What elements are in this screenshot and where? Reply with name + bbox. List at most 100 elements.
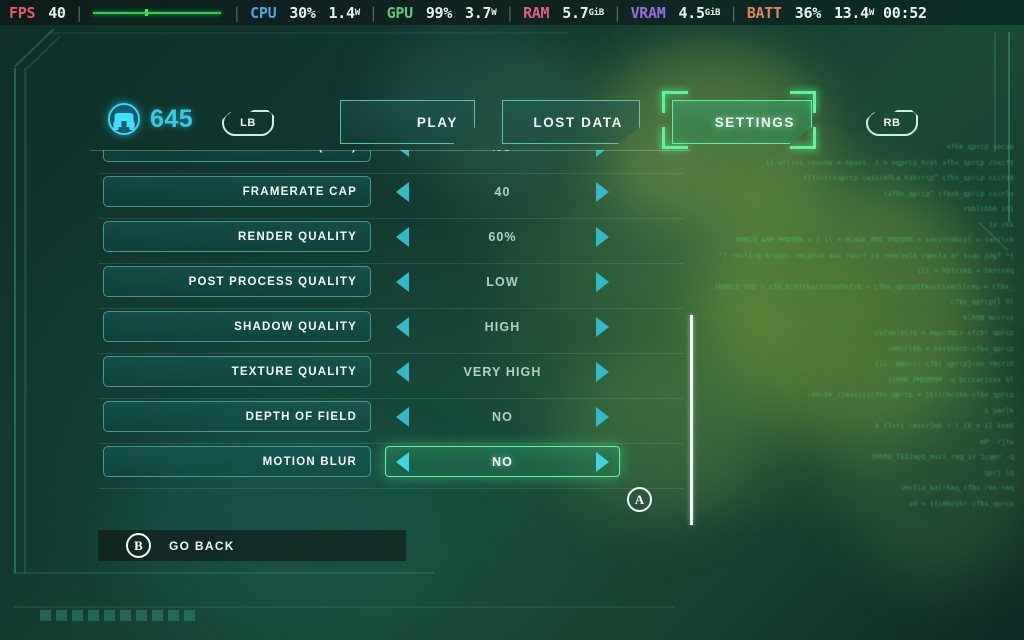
setting-value: NO [492,409,513,424]
helmet-coin-icon [108,103,140,135]
setting-value: LOW [486,274,519,289]
osd-separator: | [612,3,622,22]
osd-label-batt: BATT [746,3,782,22]
osd-value-batt-watt: 13.4 [833,3,869,22]
setting-value: 40 [494,184,511,199]
scrollbar[interactable] [690,315,693,525]
settings-row[interactable]: HIGH DYNAMIC RANGE (HDR) NO [90,150,690,174]
osd-label-vram: VRAM [630,3,666,22]
settings-row[interactable]: POST PROCESS QUALITY LOW [90,263,690,309]
setting-value-box[interactable]: HIGH [385,311,620,342]
tab-selection-frame [662,91,816,149]
arrow-right-icon[interactable] [596,406,609,427]
osd-label-fps: FPS [9,3,36,22]
osd-label-cpu: CPU [250,3,277,22]
decorative-squares [40,610,195,621]
setting-name-box: RENDER QUALITY [103,221,371,252]
setting-name: FRAMERATE CAP [242,185,357,198]
setting-value-box[interactable]: 60% [385,221,620,252]
arrow-left-icon[interactable] [396,316,409,337]
bumper-right-button[interactable]: RB [866,110,918,136]
setting-value-box[interactable]: NO [385,150,620,162]
setting-value-box[interactable]: VERY HIGH [385,356,620,387]
setting-name-box: TEXTURE QUALITY [103,356,371,387]
setting-value-box[interactable]: LOW [385,266,620,297]
tab-lost-data-label: LOST DATA [533,114,623,130]
settings-row[interactable]: RENDER QUALITY 60% [90,218,690,264]
setting-value-box[interactable]: 40 [385,176,620,207]
osd-label-gpu: GPU [386,3,414,22]
osd-value-vram: 4.5 [678,3,706,22]
osd-value-gpu-pct: 99% [425,3,453,22]
setting-name: DEPTH OF FIELD [245,410,357,423]
settings-row[interactable]: FRAMERATE CAP 40 [90,173,690,219]
settings-row[interactable]: DEPTH OF FIELD NO [90,398,690,444]
osd-value-cpu-pct: 30% [289,3,316,22]
osd-label-ram: RAM [523,3,550,22]
arrow-right-icon[interactable] [596,316,609,337]
setting-value: HIGH [484,319,521,334]
arrow-left-icon[interactable] [396,226,409,247]
arrow-right-icon[interactable] [596,361,609,382]
osd-value-batt-pct: 36% [794,3,822,22]
setting-name: SHADOW QUALITY [234,320,357,333]
setting-name-box: SHADOW QUALITY [103,311,371,342]
osd-separator: | [232,3,242,22]
performance-overlay: FPS 40 | | CPU 30% 1.4 W | GPU 99% 3.7 W |… [0,0,1024,25]
osd-unit-ram: GiB [588,7,604,18]
arrow-left-icon[interactable] [396,451,409,472]
setting-name-box: MOTION BLUR [103,446,371,477]
bumper-left-button[interactable]: LB [222,110,274,136]
settings-row[interactable]: MOTION BLUR NO [90,443,690,489]
button-hint-b: B [126,533,151,558]
button-hint-a: A [627,487,652,512]
osd-value-ram: 5.7 [562,3,589,22]
arrow-left-icon[interactable] [396,181,409,202]
setting-name-box: HIGH DYNAMIC RANGE (HDR) [103,150,371,162]
setting-name-box: FRAMERATE CAP [103,176,371,207]
row-divider [98,488,684,489]
osd-value-gpu-watt: 3.7 [465,3,492,22]
osd-clock: 00:52 [883,3,927,22]
osd-separator: | [729,3,738,22]
arrow-right-icon[interactable] [596,451,609,472]
setting-value: VERY HIGH [463,364,542,379]
arrow-right-icon[interactable] [596,181,609,202]
osd-separator: | [74,3,84,22]
osd-separator: | [368,3,378,22]
osd-separator: | [505,3,515,22]
setting-name: TEXTURE QUALITY [231,365,357,378]
setting-value-box[interactable]: NO [385,401,620,432]
setting-value-box[interactable]: NO [385,446,620,477]
tab-lost-data[interactable]: LOST DATA [502,100,640,144]
setting-name-box: DEPTH OF FIELD [103,401,371,432]
osd-value-fps: 40 [48,3,66,22]
list-top-divider [90,150,690,151]
osd-unit-gpu: W [491,7,497,18]
setting-name: MOTION BLUR [262,455,357,468]
arrow-left-icon[interactable] [396,361,409,382]
osd-value-cpu-watt: 1.4 [328,3,356,22]
arrow-left-icon[interactable] [396,406,409,427]
settings-screen: 645 LB RB PLAY LOST DATA SETTINGS HIGH D… [0,25,1024,640]
fps-graph [91,3,224,22]
settings-list: HIGH DYNAMIC RANGE (HDR) NO FRAMERATE CAP 4… [90,150,690,520]
setting-value: 60% [488,229,517,244]
arrow-right-icon[interactable] [596,271,609,292]
currency-display: 645 [108,103,193,135]
settings-row[interactable]: TEXTURE QUALITY VERY HIGH [90,353,690,399]
osd-unit-vram: GiB [704,7,721,18]
setting-name: POST PROCESS QUALITY [188,275,357,288]
go-back-label: GO BACK [169,538,235,553]
arrow-right-icon[interactable] [596,226,609,247]
setting-name-box: POST PROCESS QUALITY [103,266,371,297]
currency-amount: 645 [150,104,194,133]
osd-unit-cpu: W [354,7,360,18]
setting-name: RENDER QUALITY [237,230,357,243]
settings-row[interactable]: SHADOW QUALITY HIGH [90,308,690,354]
osd-unit-batt: W [868,7,875,18]
tab-play[interactable]: PLAY [340,100,475,144]
arrow-left-icon[interactable] [396,271,409,292]
go-back-button[interactable]: B GO BACK [98,530,406,561]
setting-value: NO [492,454,513,469]
